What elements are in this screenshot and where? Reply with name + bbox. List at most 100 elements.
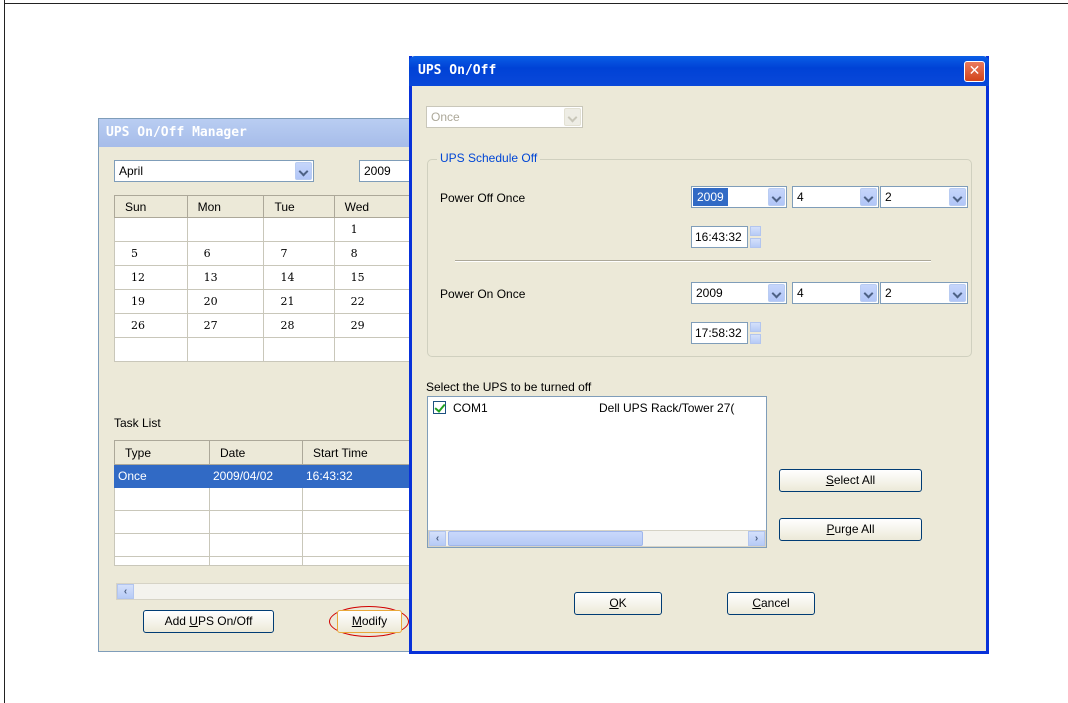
select-all-mnemonic: S <box>825 473 834 487</box>
modify-button-label-end: odify <box>361 614 388 628</box>
calendar-day[interactable]: 1 <box>333 217 415 242</box>
calendar-day[interactable] <box>263 337 335 362</box>
table-row[interactable] <box>114 487 414 511</box>
scroll-left-icon[interactable]: ‹ <box>117 584 134 599</box>
calendar-day[interactable]: 12 <box>114 265 188 290</box>
calendar-day[interactable]: 14 <box>263 265 335 290</box>
task-list-label: Task List <box>114 416 161 430</box>
calendar-week <box>114 337 415 362</box>
power-on-time-spinner[interactable] <box>750 322 761 344</box>
chevron-down-icon[interactable] <box>949 284 966 302</box>
task-list-horizontal-scrollbar[interactable]: ‹ <box>116 583 419 600</box>
task-type-cell <box>114 487 210 511</box>
power-on-year-select[interactable]: 2009 <box>691 282 787 304</box>
calendar-day[interactable]: 28 <box>263 313 335 338</box>
list-item[interactable]: COM1 Dell UPS Rack/Tower 27( <box>429 398 765 418</box>
table-row[interactable]: Once 2009/04/02 16:43:32 <box>114 464 414 488</box>
manager-title-bar: UPS On/Off Manager <box>99 119 417 147</box>
calendar-day[interactable]: 13 <box>186 265 265 290</box>
calendar-day[interactable] <box>186 337 265 362</box>
modify-button[interactable]: Modify <box>337 610 402 633</box>
power-off-day-select[interactable]: 2 <box>880 186 968 208</box>
task-date-cell <box>209 533 303 557</box>
frame-left-border <box>4 0 5 703</box>
calendar-header-sun: Sun <box>114 195 188 218</box>
ok-button[interactable]: OK <box>574 592 662 615</box>
frequency-value: Once <box>431 110 460 124</box>
calendar-week: 12 13 14 15 <box>114 265 415 290</box>
power-off-time-field[interactable]: 16:43:32 <box>691 226 748 248</box>
cancel-button[interactable]: Cancel <box>727 592 815 615</box>
calendar-day[interactable]: 19 <box>114 289 188 314</box>
table-row[interactable] <box>114 533 414 557</box>
task-date-cell <box>209 487 303 511</box>
power-off-time-spinner[interactable] <box>750 226 761 248</box>
calendar-day[interactable] <box>114 337 188 362</box>
power-off-month-value: 4 <box>797 190 804 204</box>
calendar-day[interactable]: 21 <box>263 289 335 314</box>
scroll-right-icon[interactable]: › <box>748 531 765 546</box>
table-row[interactable] <box>114 510 414 534</box>
purge-all-button[interactable]: Purge All <box>779 518 922 541</box>
power-on-month-select[interactable]: 4 <box>792 282 879 304</box>
add-ups-on-off-button[interactable]: Add UPS On/Off <box>143 610 274 633</box>
power-on-time-field[interactable]: 17:58:32 <box>691 322 748 344</box>
chevron-down-icon[interactable] <box>860 188 877 206</box>
table-row[interactable] <box>114 556 414 566</box>
calendar-day[interactable]: 20 <box>186 289 265 314</box>
spin-up-icon[interactable] <box>750 226 761 236</box>
task-list-table: Type Date Start Time Once 2009/04/02 16:… <box>114 440 414 566</box>
scrollbar-thumb[interactable] <box>448 531 643 546</box>
calendar-day[interactable]: 6 <box>186 241 265 266</box>
power-off-year-value: 2009 <box>693 188 728 206</box>
calendar-day[interactable]: 15 <box>333 265 415 290</box>
chevron-down-icon[interactable] <box>768 188 785 206</box>
close-icon[interactable]: ✕ <box>964 61 985 82</box>
ok-label-end: K <box>618 596 627 610</box>
power-off-year-select[interactable]: 2009 <box>691 186 787 208</box>
select-all-button[interactable]: Select All <box>779 469 922 492</box>
ups-port: COM1 <box>453 401 488 415</box>
task-header-type[interactable]: Type <box>114 440 210 465</box>
frequency-select[interactable]: Once <box>426 106 583 128</box>
spin-down-icon[interactable] <box>750 334 761 344</box>
task-header-start-time[interactable]: Start Time <box>302 440 414 465</box>
modify-button-mnemonic: M <box>351 614 362 628</box>
month-select[interactable]: April <box>114 160 314 182</box>
chevron-down-icon[interactable] <box>768 284 785 302</box>
task-time-cell <box>302 487 414 511</box>
calendar-day[interactable] <box>333 337 415 362</box>
add-button-mnemonic: U <box>189 614 198 628</box>
calendar-day[interactable]: 22 <box>333 289 415 314</box>
dialog-title: UPS On/Off <box>418 63 497 78</box>
spin-down-icon[interactable] <box>750 238 761 248</box>
calendar-week: 1 <box>114 217 415 242</box>
power-off-once-label: Power Off Once <box>440 191 526 205</box>
cancel-mnemonic: C <box>752 596 761 610</box>
calendar-day[interactable]: 27 <box>186 313 265 338</box>
chevron-down-icon[interactable] <box>295 162 312 180</box>
chevron-down-icon[interactable] <box>860 284 877 302</box>
calendar-day[interactable] <box>186 217 265 242</box>
power-on-day-select[interactable]: 2 <box>880 282 968 304</box>
ups-schedule-off-group: UPS Schedule Off Power Off Once 2009 4 2… <box>427 151 972 357</box>
ups-list-horizontal-scrollbar[interactable]: ‹ › <box>428 530 766 547</box>
ups-checkbox[interactable] <box>433 401 446 414</box>
power-off-month-select[interactable]: 4 <box>792 186 879 208</box>
chevron-down-icon[interactable] <box>949 188 966 206</box>
chevron-down-icon[interactable] <box>564 108 581 126</box>
calendar-day[interactable]: 26 <box>114 313 188 338</box>
spin-up-icon[interactable] <box>750 322 761 332</box>
calendar-day[interactable]: 8 <box>333 241 415 266</box>
scroll-left-icon[interactable]: ‹ <box>429 531 446 546</box>
calendar-day[interactable]: 29 <box>333 313 415 338</box>
calendar-day[interactable] <box>263 217 335 242</box>
cancel-label-end: ancel <box>760 596 790 610</box>
task-time-cell <box>302 533 414 557</box>
task-header-date[interactable]: Date <box>209 440 303 465</box>
calendar-week: 26 27 28 29 <box>114 313 415 338</box>
calendar-day[interactable]: 7 <box>263 241 335 266</box>
calendar-day[interactable] <box>114 217 188 242</box>
calendar-day[interactable]: 5 <box>114 241 188 266</box>
task-time-cell: 16:43:32 <box>302 464 414 488</box>
